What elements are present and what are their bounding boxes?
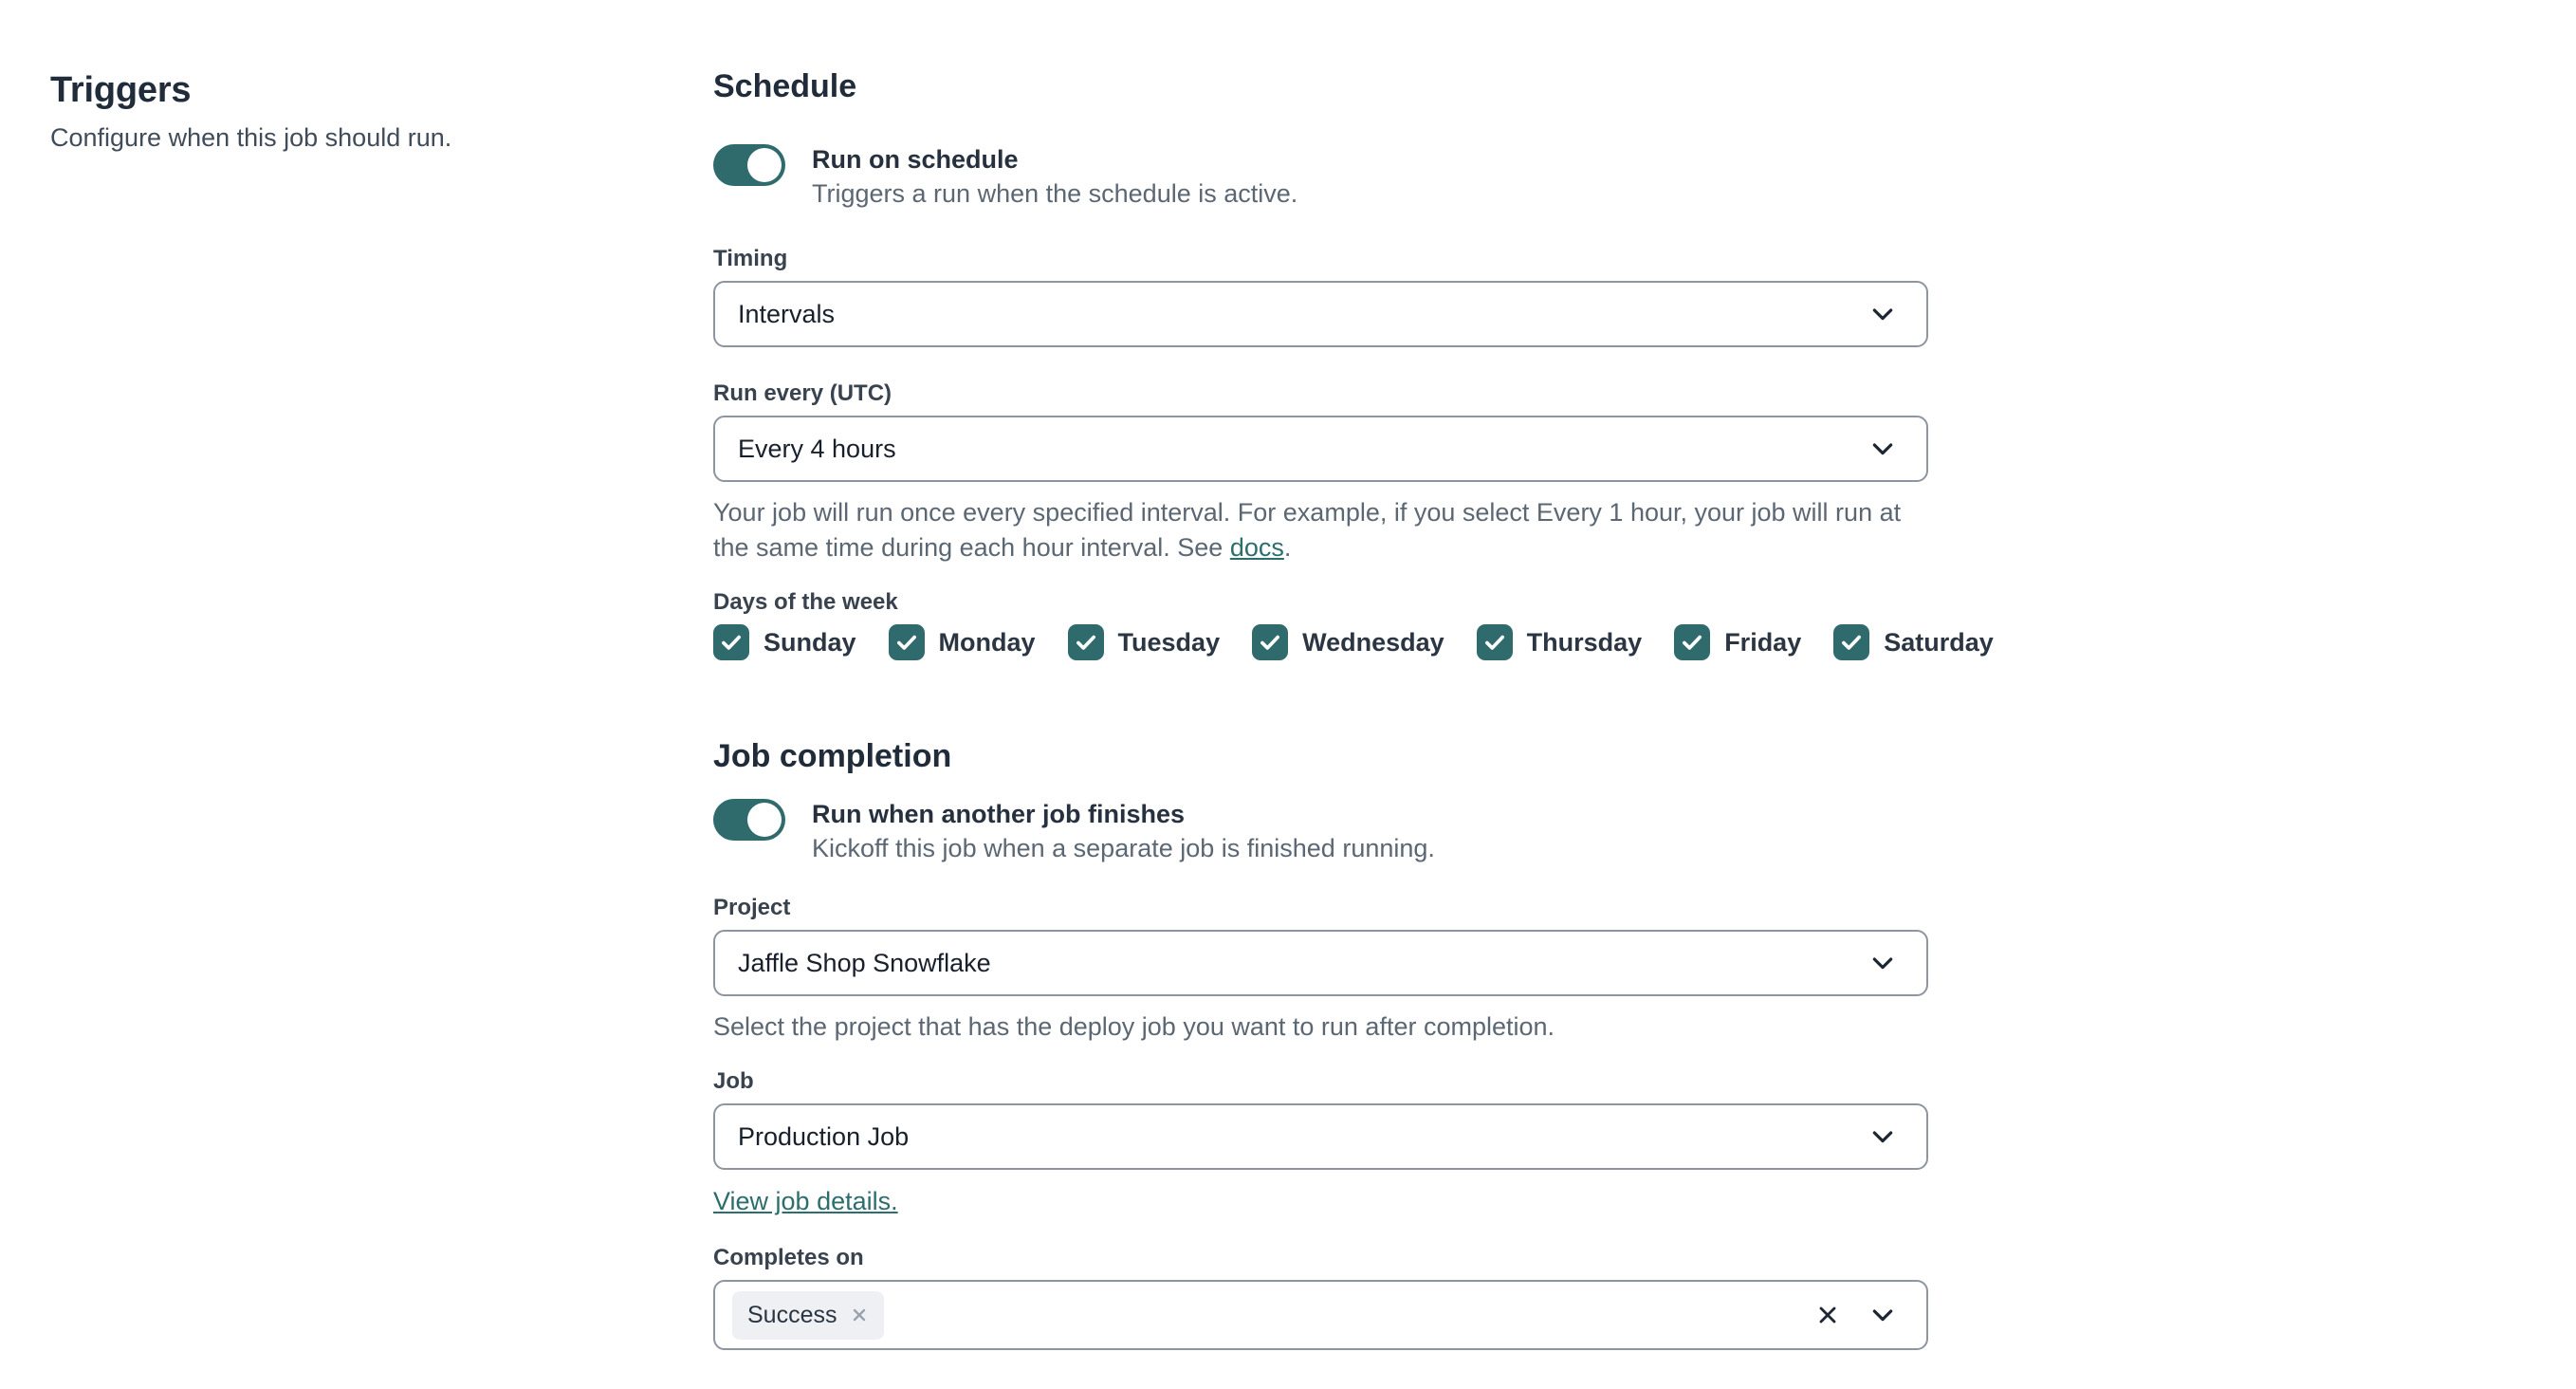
clear-all-icon[interactable]	[1814, 1302, 1841, 1328]
completes-on-field: Completes on Success	[713, 1244, 1928, 1350]
saturday-checkbox-checked[interactable]	[1833, 624, 1870, 660]
run-every-label: Run every (UTC)	[713, 380, 892, 406]
day-label: Thursday	[1526, 627, 1643, 657]
chevron-down-icon	[1868, 948, 1898, 978]
docs-link[interactable]: docs	[1230, 533, 1284, 562]
day-item-thursday[interactable]: Thursday	[1476, 624, 1643, 660]
selected-value-chip-success: Success	[732, 1290, 885, 1340]
triggers-settings-page: Triggers Configure when this job should …	[0, 0, 2576, 1389]
run-every-help-text: Your job will run once every specified i…	[713, 495, 1928, 565]
day-label: Sunday	[764, 627, 856, 657]
page-title: Triggers	[50, 70, 192, 110]
page-subtitle: Configure when this job should run.	[50, 123, 452, 152]
day-item-sunday[interactable]: Sunday	[713, 624, 856, 660]
help-text-part: Your job will run once every specified i…	[713, 498, 1902, 562]
job-selected-value: Production Job	[738, 1121, 910, 1151]
run-on-schedule-text: Run on schedule Triggers a run when the …	[812, 142, 1297, 211]
run-on-schedule-description: Triggers a run when the schedule is acti…	[812, 179, 1298, 208]
day-item-wednesday[interactable]: Wednesday	[1252, 624, 1444, 660]
wednesday-checkbox-checked[interactable]	[1252, 624, 1289, 660]
tuesday-checkbox-checked[interactable]	[1067, 624, 1104, 660]
toggle-knob	[747, 148, 782, 182]
completes-on-label: Completes on	[713, 1245, 864, 1270]
run-when-job-finishes-toggle[interactable]	[713, 799, 785, 841]
chip-remove-icon[interactable]	[850, 1306, 869, 1324]
run-when-job-finishes-label: Run when another job finishes	[812, 800, 1186, 828]
multiselect-actions	[1814, 1300, 1898, 1330]
day-label: Tuesday	[1117, 627, 1221, 657]
project-select[interactable]: Jaffle Shop Snowflake	[713, 930, 1928, 996]
timing-field: Timing Intervals	[713, 245, 1928, 347]
days-of-week-label: Days of the week	[713, 589, 898, 615]
timing-label: Timing	[713, 246, 788, 271]
day-label: Friday	[1724, 627, 1802, 657]
help-text-part: .	[1283, 533, 1292, 562]
chevron-down-icon	[1868, 1121, 1898, 1152]
run-when-job-finishes-row: Run when another job finishes Kickoff th…	[713, 797, 1928, 865]
day-item-saturday[interactable]: Saturday	[1833, 624, 1994, 660]
chevron-down-icon[interactable]	[1868, 1300, 1898, 1330]
run-every-select[interactable]: Every 4 hours	[713, 416, 1928, 482]
run-on-schedule-toggle[interactable]	[713, 144, 785, 186]
job-field: Job Production Job View job details.	[713, 1067, 1928, 1217]
day-label: Wednesday	[1302, 627, 1444, 657]
project-selected-value: Jaffle Shop Snowflake	[738, 948, 991, 977]
run-on-schedule-row: Run on schedule Triggers a run when the …	[713, 142, 1928, 211]
monday-checkbox-checked[interactable]	[888, 624, 925, 660]
chip-label: Success	[747, 1301, 837, 1328]
project-field: Project Jaffle Shop Snowflake Select the…	[713, 894, 1928, 1045]
project-help-text: Select the project that has the deploy j…	[713, 1012, 1555, 1041]
day-label: Saturday	[1884, 627, 1994, 657]
chevron-down-icon	[1868, 434, 1898, 464]
days-of-week-field: Days of the week Sunday Monday Tuesday W…	[713, 588, 1994, 660]
section-intro: Triggers Configure when this job should …	[50, 68, 619, 154]
job-label: Job	[713, 1068, 754, 1094]
job-details-link-row: View job details.	[713, 1185, 1928, 1217]
sunday-checkbox-checked[interactable]	[713, 624, 749, 660]
completes-on-multiselect[interactable]: Success	[713, 1280, 1928, 1350]
run-every-field: Run every (UTC) Every 4 hours Your job w…	[713, 380, 1928, 565]
friday-checkbox-checked[interactable]	[1674, 624, 1711, 660]
run-on-schedule-label: Run on schedule	[812, 145, 1019, 174]
run-every-selected-value: Every 4 hours	[738, 434, 896, 463]
timing-select[interactable]: Intervals	[713, 281, 1928, 347]
day-label: Monday	[938, 627, 1036, 657]
run-when-job-finishes-description: Kickoff this job when a separate job is …	[812, 834, 1435, 862]
timing-selected-value: Intervals	[738, 299, 836, 328]
toggle-knob	[747, 803, 782, 837]
schedule-heading: Schedule	[713, 68, 857, 104]
trigger-settings-form: Schedule Run on schedule Triggers a run …	[713, 0, 1994, 1350]
thursday-checkbox-checked[interactable]	[1476, 624, 1513, 660]
view-job-details-link[interactable]: View job details.	[713, 1187, 898, 1215]
project-label: Project	[713, 895, 791, 920]
day-item-monday[interactable]: Monday	[888, 624, 1036, 660]
days-of-week-row: Sunday Monday Tuesday Wednesday Thursday	[713, 624, 1994, 660]
job-completion-heading: Job completion	[713, 738, 952, 774]
day-item-friday[interactable]: Friday	[1674, 624, 1801, 660]
day-item-tuesday[interactable]: Tuesday	[1067, 624, 1221, 660]
job-select[interactable]: Production Job	[713, 1103, 1928, 1170]
chevron-down-icon	[1868, 299, 1898, 329]
run-when-job-finishes-text: Run when another job finishes Kickoff th…	[812, 797, 1435, 865]
